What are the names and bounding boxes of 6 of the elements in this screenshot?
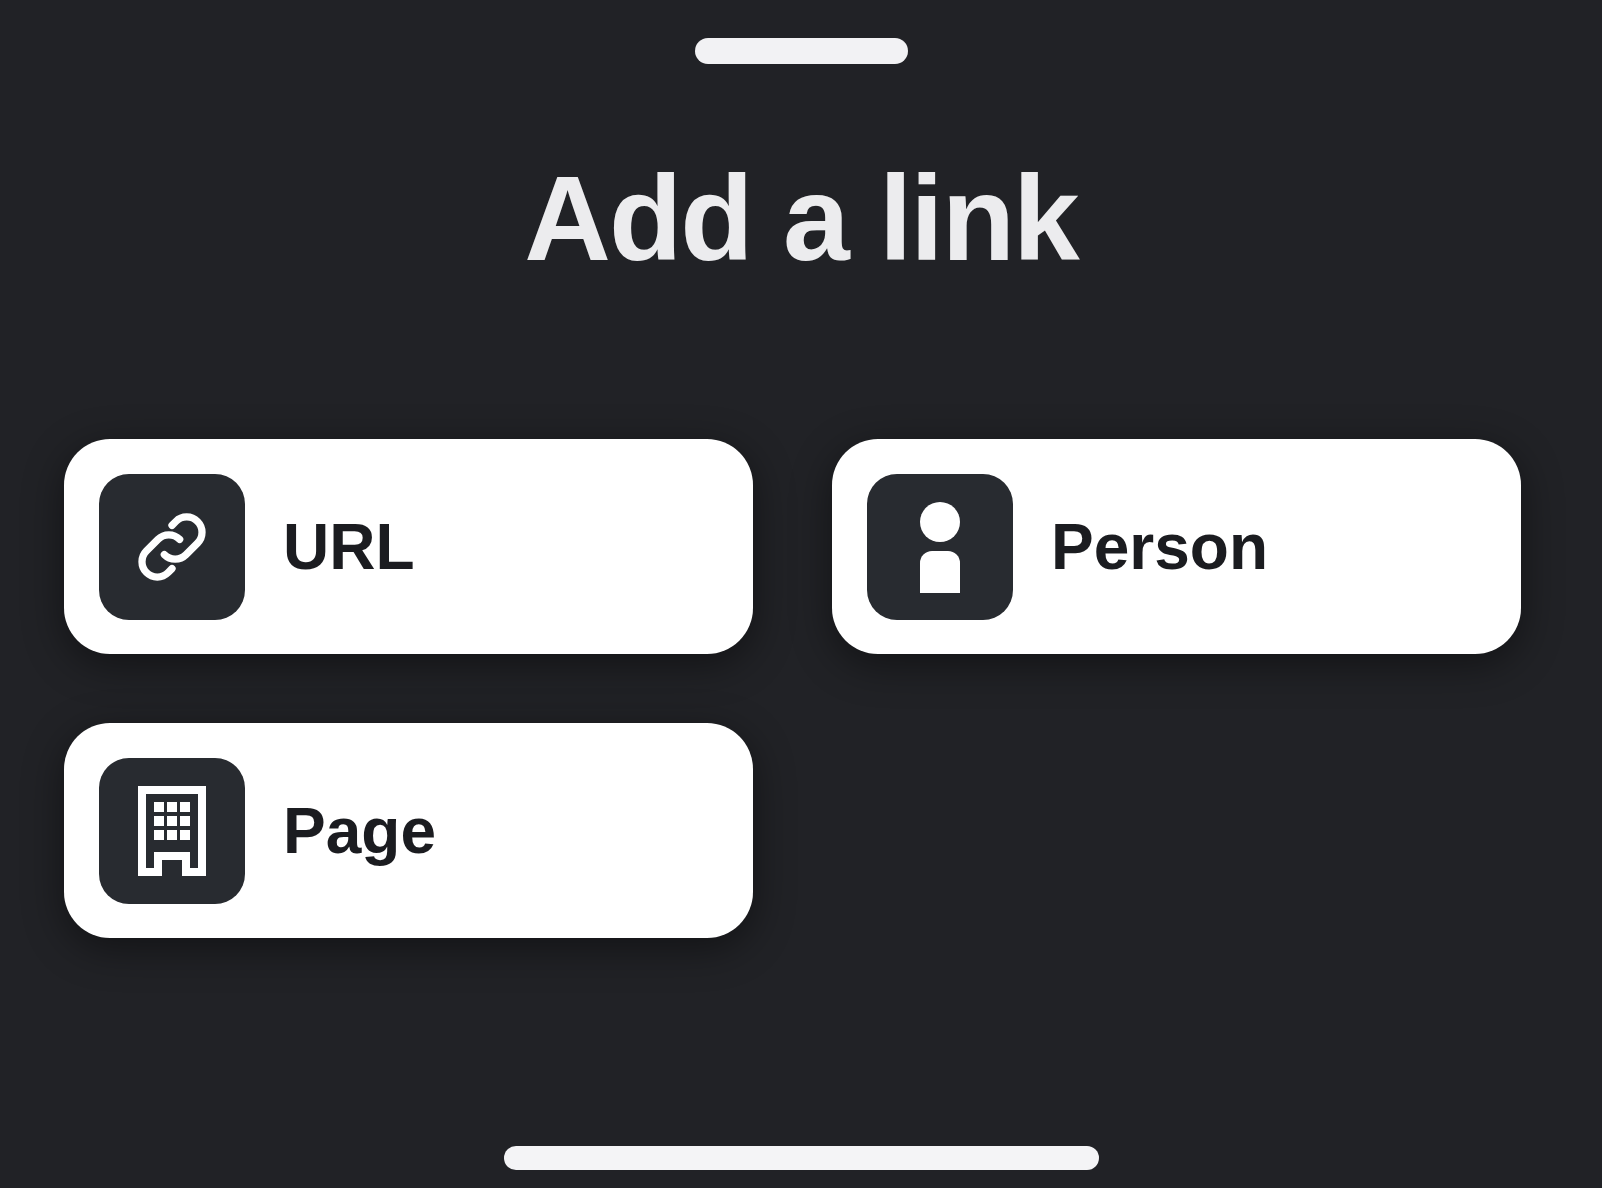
link-option-button[interactable]: URL xyxy=(64,439,753,654)
sheet-title: Add a link xyxy=(524,152,1078,284)
grab-handle[interactable] xyxy=(694,38,908,64)
building-icon xyxy=(136,783,208,878)
link-option-button[interactable]: Page xyxy=(64,723,753,938)
link-option-button[interactable]: Person xyxy=(832,439,1521,654)
